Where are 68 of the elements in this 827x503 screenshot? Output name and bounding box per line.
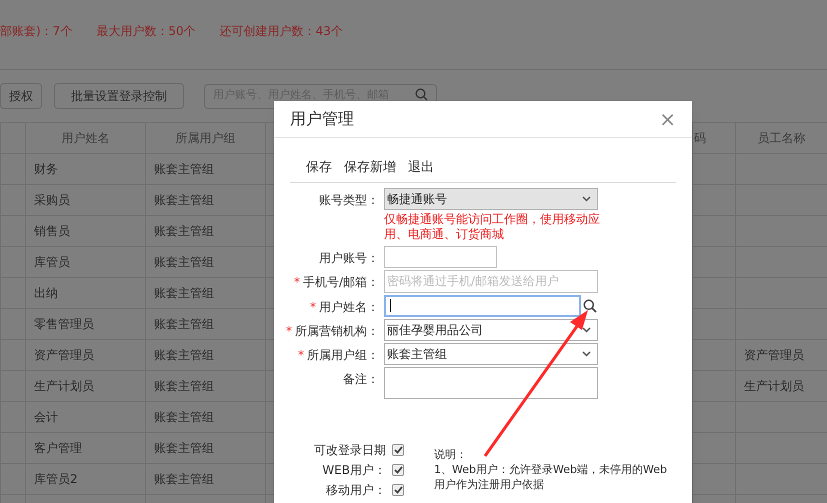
field-label: 手机号/邮箱： — [302, 274, 379, 290]
table-cell: 账套主管组 — [154, 162, 214, 176]
field-label: 账号类型： — [319, 192, 379, 208]
input-field[interactable]: 密码将通过手机/邮箱发送给用户 — [384, 270, 598, 292]
checkbox[interactable] — [392, 464, 404, 476]
checkbox-label: 可改登录日期 — [314, 442, 386, 459]
checkbox[interactable] — [392, 444, 404, 456]
table-cell: 账套主管组 — [154, 286, 214, 300]
table-cell: 库管员 — [34, 255, 70, 269]
note-text: 说明： — [434, 446, 468, 462]
table-cell: 财务 — [34, 162, 58, 176]
note-text: 1、Web用户：允许登录Web端，未停用的Web用户作为注册用户依据 — [434, 462, 668, 492]
table-cell: 出纳 — [34, 286, 58, 300]
field-label: 备注： — [343, 370, 379, 388]
table-cell: 库管员2 — [34, 472, 78, 486]
table-cell: 销售员 — [34, 224, 70, 238]
checkbox-label: WEB用户： — [322, 462, 386, 479]
search-icon[interactable] — [415, 88, 428, 100]
chevron-down-icon — [582, 326, 591, 332]
table-cell: 账套主管组 — [154, 379, 214, 393]
table-cell: 资产管理员 — [744, 348, 804, 362]
required-asterisk: * — [298, 346, 304, 364]
table-cell: 客户管理 — [34, 441, 82, 455]
chevron-down-icon — [582, 196, 591, 202]
toolbar-link[interactable]: 保存 — [306, 158, 332, 178]
field-label: 所属营销机构： — [295, 322, 379, 340]
stat-text: 部账套)：7个 — [0, 22, 72, 40]
table-cell: 生产计划员 — [744, 379, 804, 393]
table-cell: 采购员 — [34, 193, 70, 207]
column-header: 员工名称 — [758, 131, 806, 145]
stat-text: 最大用户数：50个 — [96, 22, 196, 40]
checkbox-label: 移动用户： — [326, 482, 386, 499]
table-cell: 会计 — [34, 410, 58, 424]
field-label: 用户账号： — [319, 250, 379, 266]
toolbar-button[interactable]: 授权 — [0, 83, 42, 109]
text-cursor — [390, 299, 391, 312]
close-button[interactable]: × — [659, 109, 676, 129]
table-cell: 账套主管组 — [154, 441, 214, 455]
dialog-title: 用户管理 — [290, 108, 354, 130]
table-cell: 账套主管组 — [154, 317, 214, 331]
table-cell: 账套主管组 — [154, 348, 214, 362]
table-cell: 账套主管组 — [154, 193, 214, 207]
chevron-down-icon — [582, 350, 591, 356]
stat-text: 还可创建用户数：43个 — [220, 22, 343, 40]
dropdown[interactable]: 账套主管组 — [384, 342, 598, 364]
table-cell: 资产管理员 — [34, 348, 94, 362]
required-asterisk: * — [294, 274, 300, 290]
warning-note: 仅畅捷通账号能访问工作圈，使用移动应用、电商通、订货商城 — [384, 212, 601, 242]
required-asterisk: * — [310, 298, 316, 316]
toolbar-link[interactable]: 保存新增 — [344, 158, 396, 178]
field-label: 用户姓名： — [319, 298, 379, 316]
dropdown[interactable]: 丽佳孕婴用品公司 — [384, 318, 598, 340]
required-asterisk: * — [286, 322, 292, 340]
table-cell: 账套主管组 — [154, 410, 214, 424]
input-field[interactable] — [384, 246, 497, 268]
table-cell: 账套主管组 — [154, 255, 214, 269]
column-header: 码 — [694, 131, 706, 145]
table-cell: 账套主管组 — [154, 224, 214, 238]
input-field[interactable] — [384, 294, 581, 316]
table-cell: 生产计划员 — [34, 379, 94, 393]
table-cell: 账套主管组 — [154, 472, 214, 486]
checkbox[interactable] — [392, 484, 404, 496]
toolbar-link[interactable]: 退出 — [408, 158, 434, 178]
field-label: 所属用户组： — [307, 346, 379, 364]
toolbar-button[interactable]: 批量设置登录控制 — [54, 83, 184, 109]
column-header: 所属用户组 — [176, 131, 236, 145]
table-cell: 零售管理员 — [34, 317, 94, 331]
column-header: 用户姓名 — [62, 131, 110, 145]
